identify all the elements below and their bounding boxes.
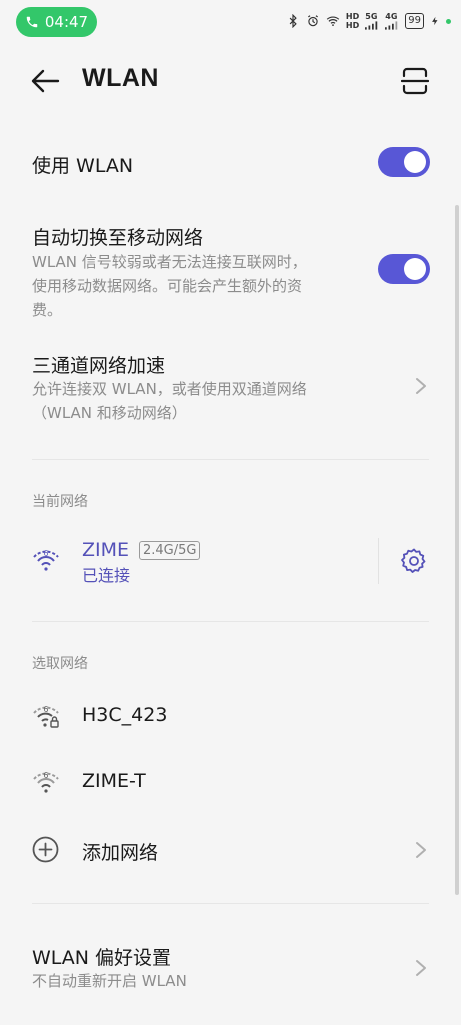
tri-channel-title: 三通道网络加速 — [32, 355, 166, 377]
auto-switch-toggle[interactable] — [378, 254, 430, 284]
preferences-desc: 不自动重新开启 WLAN — [32, 972, 187, 990]
chevron-right-icon — [416, 842, 426, 858]
signal-bars-icon — [385, 21, 398, 30]
app-header: WLAN — [0, 52, 461, 110]
tri-channel-row[interactable]: 三通道网络加速 允许连接双 WLAN，或者使用双通道网络 （WLAN 和移动网络… — [0, 347, 461, 427]
add-network-row[interactable]: 添加网络 — [0, 825, 461, 875]
hd-indicator: HD HD — [345, 12, 360, 30]
wifi-6-icon: 6 — [33, 549, 59, 571]
signal-5g: 5G — [365, 12, 379, 30]
auto-switch-desc-2: 使用移动数据网络。可能会产生额外的资 — [32, 277, 303, 295]
current-network-label: 当前网络 — [32, 494, 88, 510]
divider — [32, 621, 429, 622]
charging-icon — [432, 16, 438, 26]
tri-channel-desc-1: 允许连接双 WLAN，或者使用双通道网络 — [32, 380, 307, 398]
call-time-pill[interactable]: 04:47 — [16, 7, 97, 37]
auto-switch-row[interactable]: 自动切换至移动网络 WLAN 信号较弱或者无法连接互联网时， 使用移动数据网络。… — [0, 218, 461, 328]
scrollbar[interactable] — [455, 205, 459, 895]
wlan-preferences-row[interactable]: WLAN 偏好设置 不自动重新开启 WLAN — [0, 935, 461, 995]
toggle-knob — [404, 151, 426, 173]
add-network-label: 添加网络 — [82, 842, 159, 864]
wifi-locked-icon: 6 — [33, 705, 59, 728]
available-networks-label: 选取网络 — [32, 656, 88, 672]
scan-icon[interactable] — [401, 66, 429, 96]
use-wlan-label: 使用 WLAN — [32, 155, 134, 177]
auto-switch-title: 自动切换至移动网络 — [32, 227, 204, 249]
chevron-right-icon — [416, 378, 426, 394]
alarm-icon — [307, 15, 318, 27]
use-wlan-toggle[interactable] — [378, 147, 430, 177]
auto-switch-desc-1: WLAN 信号较弱或者无法连接互联网时， — [32, 253, 307, 271]
preferences-title: WLAN 偏好设置 — [32, 947, 172, 969]
connected-status: 已连接 — [82, 566, 131, 585]
status-time: 04:47 — [44, 13, 89, 31]
svg-text:6: 6 — [44, 705, 49, 714]
gear-icon[interactable] — [401, 548, 427, 574]
chevron-right-icon — [416, 960, 426, 976]
signal-bars-icon — [365, 21, 378, 30]
current-network-name: ZIME — [82, 539, 130, 561]
network-row-h3c[interactable]: 6 H3C_423 — [0, 693, 461, 743]
phone-icon — [26, 16, 38, 28]
back-arrow-icon[interactable] — [30, 68, 60, 94]
wifi-weak-icon: 6 — [33, 771, 59, 793]
page-title: WLAN — [82, 64, 159, 92]
privacy-dot — [446, 18, 451, 24]
signal-4g: 4G — [385, 12, 399, 30]
vertical-separator — [378, 538, 379, 584]
current-network-row[interactable]: 6 ZIME 2.4G/5G 已连接 — [0, 530, 461, 592]
status-bar: 04:47 HD HD 5G 4G 99 — [0, 0, 461, 44]
network-row-zime-t[interactable]: 6 ZIME-T — [0, 759, 461, 809]
add-circle-icon — [32, 836, 59, 863]
wifi-status-icon — [326, 16, 340, 26]
divider — [32, 459, 429, 460]
bluetooth-icon — [289, 14, 297, 28]
tri-channel-desc-2: （WLAN 和移动网络） — [32, 404, 187, 422]
svg-text:6: 6 — [44, 549, 49, 558]
svg-text:6: 6 — [44, 771, 49, 780]
network-name: ZIME-T — [82, 770, 146, 792]
use-wlan-row[interactable]: 使用 WLAN — [0, 138, 461, 188]
band-badge: 2.4G/5G — [139, 541, 201, 560]
status-icons: HD HD 5G 4G 99 — [286, 10, 451, 32]
auto-switch-desc-3: 费。 — [32, 301, 63, 319]
network-name: H3C_423 — [82, 704, 168, 726]
battery-icon: 99 — [405, 13, 424, 29]
divider — [32, 903, 429, 904]
toggle-knob — [404, 258, 426, 280]
